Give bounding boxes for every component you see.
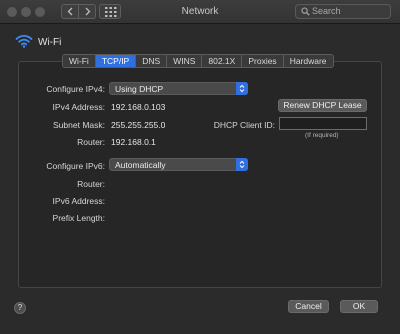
search-placeholder: Search: [312, 6, 341, 16]
tab-hardware[interactable]: Hardware: [284, 55, 333, 67]
tab-bar: Wi-Fi TCP/IP DNS WINS 802.1X Proxies Har…: [62, 54, 334, 68]
configure-ipv6-popup[interactable]: Automatically: [109, 158, 248, 171]
tab-tcpip[interactable]: TCP/IP: [95, 55, 137, 67]
help-button[interactable]: ?: [14, 302, 26, 314]
tab-proxies[interactable]: Proxies: [242, 55, 284, 67]
cancel-button[interactable]: Cancel: [288, 300, 329, 313]
dhcp-client-id-hint: (If required): [305, 132, 339, 139]
configure-ipv4-value: Using DHCP: [115, 84, 164, 94]
popup-arrows-icon: [236, 158, 248, 171]
search-icon: [301, 7, 310, 16]
settings-panel: [18, 61, 382, 288]
wifi-icon: [15, 35, 33, 48]
renew-dhcp-lease-button[interactable]: Renew DHCP Lease: [278, 99, 367, 112]
ipv4-router-value: 192.168.0.1: [111, 137, 156, 147]
configure-ipv4-popup[interactable]: Using DHCP: [109, 82, 248, 95]
tab-dns[interactable]: DNS: [136, 55, 168, 67]
interface-name: Wi-Fi: [38, 37, 62, 48]
ipv4-router-label: Router:: [77, 137, 105, 147]
ok-button[interactable]: OK: [340, 300, 378, 313]
ipv4-address-label: IPv4 Address:: [52, 102, 105, 112]
network-window: Network Search Wi-Fi Wi-Fi TCP/IP DNS WI…: [0, 0, 400, 334]
popup-arrows-icon: [236, 82, 248, 95]
configure-ipv6-label: Configure IPv6:: [46, 161, 105, 171]
ipv6-router-label: Router:: [77, 179, 105, 189]
ipv6-address-label: IPv6 Address:: [52, 196, 105, 206]
subnet-mask-label: Subnet Mask:: [53, 120, 105, 130]
title-bar: Network Search: [0, 0, 400, 24]
configure-ipv6-value: Automatically: [115, 160, 166, 170]
dhcp-client-id-label: DHCP Client ID:: [213, 120, 275, 130]
dhcp-client-id-field[interactable]: [279, 117, 367, 130]
search-field[interactable]: Search: [295, 4, 391, 19]
tab-wins[interactable]: WINS: [167, 55, 203, 67]
tab-wifi[interactable]: Wi-Fi: [63, 55, 96, 67]
prefix-length-label: Prefix Length:: [52, 213, 105, 223]
ipv4-address-value: 192.168.0.103: [111, 102, 166, 112]
tab-8021x[interactable]: 802.1X: [202, 55, 243, 67]
configure-ipv4-label: Configure IPv4:: [46, 84, 105, 94]
subnet-mask-value: 255.255.255.0: [111, 120, 166, 130]
